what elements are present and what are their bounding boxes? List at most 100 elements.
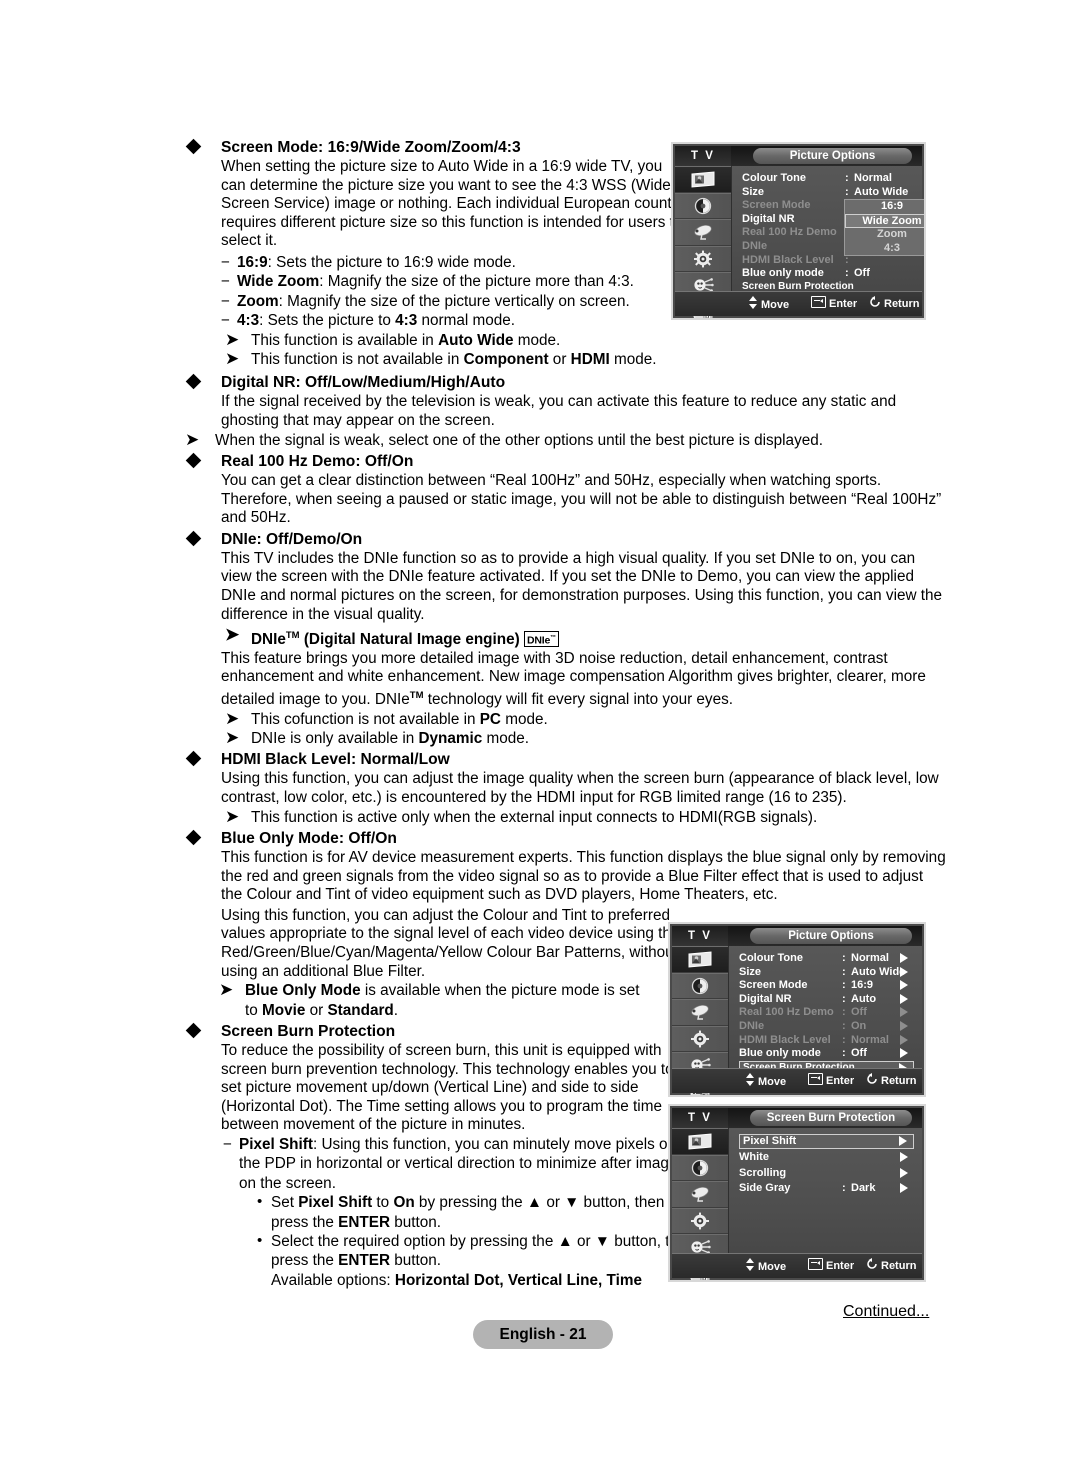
osd-row[interactable]: White [739,1151,914,1165]
osd-menu-list[interactable]: Pixel Shift White Scrolling Side Gray : … [729,1128,922,1254]
note-text: When the signal is weak, select one of t… [215,431,823,449]
bullet-pre: Select the required option by pressing t… [271,1232,696,1270]
osd-inner: T V Picture Options [672,926,922,1095]
chevron-right-icon [900,1034,908,1045]
osd-footer-return[interactable]: Return [869,296,919,310]
osd-tv-label: T V [672,1108,728,1128]
dropdown-option[interactable]: Zoom [845,228,924,242]
sidebar-item-channel[interactable] [672,999,728,1026]
section-heading: Real 100 Hz Demo: Off/On [185,452,947,472]
osd-row[interactable]: Size : Auto Wide [739,966,914,980]
available-options: Horizontal Dot, Vertical Line, Time [394,1271,642,1289]
osd-footer-move[interactable]: Move [749,296,789,311]
tv-osd-screen-burn-protection[interactable]: T V Screen Burn Protection D Pixel Shift… [668,1104,926,1282]
dash-marker: − [221,292,230,310]
osd-row-label: Real 100 Hz Demo [742,226,837,239]
manual-page: Screen Mode: 16:9/Wide Zoom/Zoom/4:3 Whe… [0,0,1080,1464]
sidebar-item-setup[interactable] [672,1025,728,1052]
setup-gear-icon [687,1030,713,1048]
dropdown-option[interactable]: 16:9 [845,200,924,214]
sidebar-item-channel[interactable] [675,219,731,246]
osd-row-colon: : [842,965,846,978]
osd-footer-enter[interactable]: Enter [808,1258,854,1272]
osd-row-label: Side Gray [739,1182,791,1195]
sidebar-item-picture[interactable] [672,1128,728,1155]
osd-row-selected[interactable]: Pixel Shift [739,1134,914,1149]
return-arrow-icon [866,1258,878,1270]
sidebar-item-sound[interactable] [672,972,728,999]
sidebar-item-setup[interactable] [675,245,731,272]
heading-text: Blue Only Mode: Off/On [221,829,397,847]
osd-row-colon: : [842,1033,846,1046]
osd-footer-return[interactable]: Return [866,1073,916,1087]
osd-footer-move[interactable]: Move [746,1258,786,1273]
osd-row[interactable]: Colour Tone : Normal [742,172,914,186]
osd-footer-return[interactable]: Return [866,1258,916,1272]
osd-row[interactable]: Blue only mode : Off [742,267,914,281]
section-digital-nr: Digital NR: Off/Low/Medium/High/Auto If … [185,373,947,450]
osd-row-value: Off [851,1047,867,1060]
picture-icon [687,950,713,968]
dnie-term: DNIe [251,631,286,649]
osd-title: Picture Options [753,148,912,164]
osd-row[interactable]: Screen Mode : 16:9 [739,979,914,993]
sidebar-item-picture[interactable] [675,166,731,193]
arrow-bullet-icon: ➤ [185,429,200,449]
osd-menu-list[interactable]: Colour Tone : Normal Size : Auto Wide Sc… [732,166,924,292]
note-bold: Blue Only Mode [245,982,361,1000]
section-hdmi-black-level: HDMI Black Level: Normal/Low Using this … [185,750,947,827]
tv-osd-picture-options[interactable]: T V Picture Options Colour Tone: Normal… [668,922,926,1097]
osd-footer-enter[interactable]: Enter [811,296,857,310]
sidebar-item-setup[interactable] [672,1207,728,1234]
osd-topbar: T V Picture Options [672,926,922,946]
osd-row[interactable]: Digital NR : Auto [739,993,914,1007]
osd-row-value: Off [854,267,870,280]
arrow-bullet-icon: ➤ [219,980,234,1000]
channel-dish-icon [687,1003,713,1021]
diamond-bullet-icon [185,374,202,390]
return-arrow-icon [869,296,881,308]
bullet-bold-2: On [393,1194,415,1212]
bullet-pre: Set [271,1194,299,1212]
diamond-bullet-icon [185,751,202,767]
dropdown-option[interactable]: 4:3 [845,242,924,256]
osd-row[interactable]: HDMI Black Level : Normal [739,1034,914,1048]
osd-row[interactable]: Real 100 Hz Demo : Off [739,1006,914,1020]
osd-row[interactable]: Size : Auto Wide [742,186,914,200]
tv-osd-picture-options-dropdown[interactable]: T V Picture Options D Colour Tone: Norm… [671,142,926,320]
dnie-sub-tail: technology will fit every signal into yo… [423,690,733,708]
sidebar-item-picture[interactable] [672,946,728,973]
dnie-sub-paragraph: This feature brings you more detailed im… [185,650,947,710]
osd-row[interactable]: Blue only mode : Off [739,1047,914,1061]
note-bold-2: Movie [262,1001,306,1019]
osd-row-colon: : [842,992,846,1005]
osd-footer: Move Enter Return [672,1253,922,1278]
osd-topbar: T V Picture Options [675,146,922,166]
osd-row-colon: : [842,1047,846,1060]
dropdown-option-selected[interactable]: Wide Zoom [845,213,924,229]
arrow-bullet-icon: ➤ [225,806,240,826]
osd-row-label: Blue only mode [742,267,824,280]
osd-row-label: Colour Tone [742,172,806,184]
bullet-item: • Set Pixel Shift to On by pressing the … [185,1193,695,1232]
osd-row-colon: : [842,1019,846,1032]
osd-row-label: HDMI Black Level [742,253,834,266]
osd-topbar: T V Screen Burn Protection [672,1108,922,1128]
osd-footer-enter[interactable]: Enter [808,1073,854,1087]
note-item: ➤ This function is active only when the … [185,806,947,827]
osd-row[interactable]: Side Gray : Dark [739,1182,914,1196]
osd-footer-move[interactable]: Move [746,1073,786,1088]
note-bold-3: Standard [327,1001,394,1019]
sidebar-item-sound[interactable] [675,192,731,219]
bullet-bold-1: ENTER [338,1252,391,1270]
osd-row[interactable]: Colour Tone : Normal [739,952,914,966]
sidebar-item-sound[interactable] [672,1154,728,1181]
section-heading: Blue Only Mode: Off/On [185,829,947,849]
channel-dish-icon [690,223,716,241]
screen-mode-dropdown[interactable]: 16:9 Wide Zoom Zoom 4:3 [844,199,924,257]
osd-row[interactable]: DNIe : On [739,1020,914,1034]
osd-row[interactable]: Scrolling [739,1167,914,1181]
osd-row-value: Auto Wide [851,965,906,978]
sidebar-item-channel[interactable] [672,1181,728,1208]
osd-menu-list[interactable]: Colour Tone : Normal Size : Auto Wide Sc… [729,946,922,1076]
